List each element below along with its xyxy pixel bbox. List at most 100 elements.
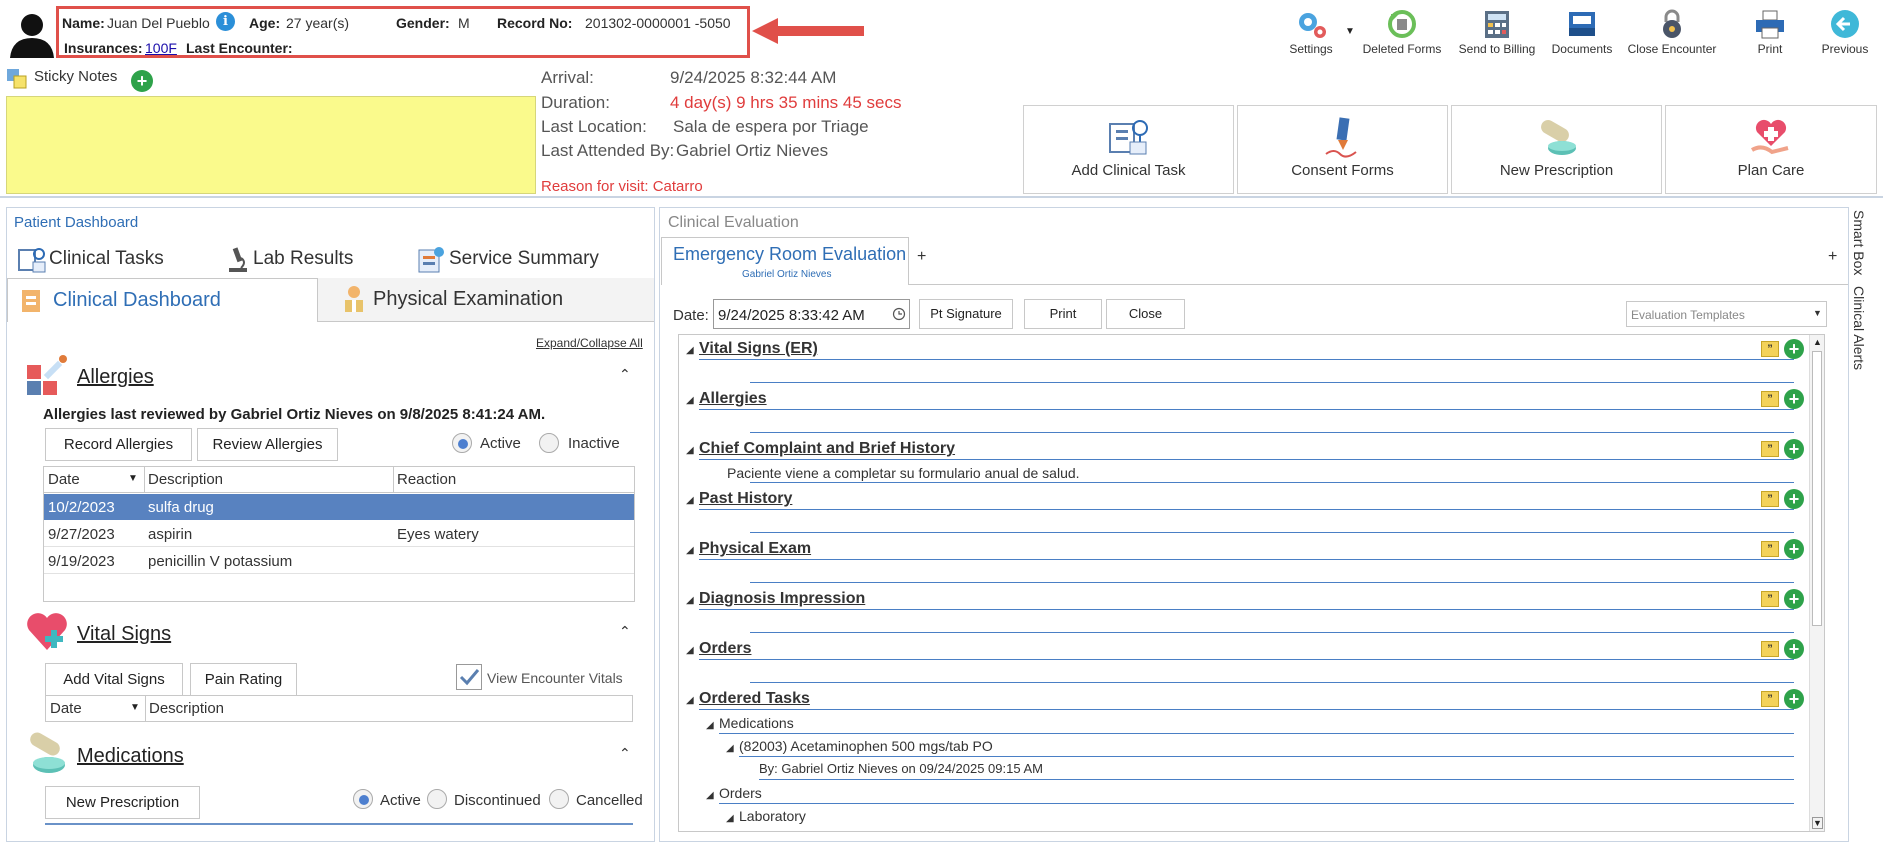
- section-collapse-icon[interactable]: ◢: [686, 545, 694, 556]
- calendar-clock-icon[interactable]: [892, 307, 906, 321]
- documents-button[interactable]: Documents: [1546, 8, 1618, 64]
- allergies-collapse-icon[interactable]: ⌃: [619, 366, 631, 383]
- section-collapse-icon[interactable]: ◢: [686, 395, 694, 406]
- insurance-link[interactable]: 100F: [145, 40, 177, 56]
- tree-medications[interactable]: Medications: [719, 715, 794, 731]
- tree-laboratory[interactable]: Laboratory: [739, 808, 806, 824]
- table-row[interactable]: 9/27/2023 aspirin Eyes watery: [44, 521, 634, 547]
- pain-rating-button[interactable]: Pain Rating: [190, 663, 297, 696]
- add-sticky-note-icon[interactable]: +: [131, 70, 153, 92]
- templates-chevron-down-icon[interactable]: ▼: [1813, 308, 1822, 318]
- add-evaluation-tab-icon[interactable]: +: [917, 248, 926, 266]
- add-section-icon[interactable]: +: [1784, 589, 1804, 609]
- tree-collapse-icon[interactable]: ◢: [726, 813, 734, 824]
- new-prescription-tile-button[interactable]: New Prescription: [1451, 105, 1662, 194]
- sticky-notes-title: Sticky Notes: [34, 68, 118, 85]
- tree-collapse-icon[interactable]: ◢: [706, 790, 714, 801]
- add-section-icon[interactable]: +: [1784, 539, 1804, 559]
- vital-signs-title: Vital Signs: [77, 623, 172, 645]
- pt-signature-button[interactable]: Pt Signature: [919, 299, 1013, 329]
- add-panel-icon[interactable]: +: [1828, 248, 1837, 266]
- add-section-icon[interactable]: +: [1784, 339, 1804, 359]
- vitals-col-date[interactable]: Date: [50, 700, 82, 717]
- add-section-icon[interactable]: +: [1784, 489, 1804, 509]
- print-button[interactable]: Print: [1740, 8, 1800, 64]
- quick-text-icon[interactable]: ”: [1761, 491, 1779, 507]
- quick-text-icon[interactable]: ”: [1761, 591, 1779, 607]
- smart-box-tab[interactable]: Smart Box: [1851, 210, 1867, 275]
- col-date[interactable]: Date: [48, 471, 80, 488]
- medications-collapse-icon[interactable]: ⌃: [619, 745, 631, 762]
- sticky-notes-area[interactable]: [6, 96, 536, 194]
- vital-signs-collapse-icon[interactable]: ⌃: [619, 623, 631, 640]
- quick-text-icon[interactable]: ”: [1761, 341, 1779, 357]
- quick-text-icon[interactable]: ”: [1761, 391, 1779, 407]
- add-vital-signs-button[interactable]: Add Vital Signs: [45, 663, 183, 696]
- table-row[interactable]: 10/2/2023 sulfa drug: [44, 494, 634, 520]
- add-clinical-task-button[interactable]: Add Clinical Task: [1023, 105, 1234, 194]
- quick-text-icon[interactable]: ”: [1761, 641, 1779, 657]
- consent-forms-button[interactable]: Consent Forms: [1237, 105, 1448, 194]
- chief-complaint-note: Paciente viene a completar su formulario…: [727, 465, 1080, 481]
- table-row[interactable]: 9/19/2023 penicillin V potassium: [44, 548, 634, 574]
- section-collapse-icon[interactable]: ◢: [686, 645, 694, 656]
- section-collapse-icon[interactable]: ◢: [686, 345, 694, 356]
- settings-button[interactable]: Settings: [1278, 8, 1344, 64]
- sort-chevron-down-icon[interactable]: ▼: [128, 473, 138, 484]
- settings-label: Settings: [1289, 42, 1333, 56]
- evaluation-print-button[interactable]: Print: [1024, 299, 1102, 329]
- add-section-icon[interactable]: +: [1784, 389, 1804, 409]
- add-section-icon[interactable]: +: [1784, 639, 1804, 659]
- section-collapse-icon[interactable]: ◢: [686, 695, 694, 706]
- scroll-down-icon[interactable]: ▼: [1812, 817, 1823, 829]
- tab-emergency-room-evaluation[interactable]: Emergency Room Evaluation Gabriel Ortiz …: [661, 237, 909, 285]
- col-description[interactable]: Description: [148, 471, 223, 488]
- vitals-sort-chevron-down-icon[interactable]: ▼: [130, 702, 140, 713]
- tab-physical-examination[interactable]: Physical Examination: [318, 278, 654, 322]
- quick-text-icon[interactable]: ”: [1761, 691, 1779, 707]
- previous-button[interactable]: Previous: [1814, 8, 1876, 64]
- expand-collapse-all-link[interactable]: Expand/Collapse All: [536, 336, 643, 350]
- medications-cancelled-radio[interactable]: [549, 789, 569, 809]
- allergies-active-radio[interactable]: [452, 433, 472, 453]
- tree-collapse-icon[interactable]: ◢: [706, 720, 714, 731]
- section-collapse-icon[interactable]: ◢: [686, 595, 694, 606]
- view-encounter-vitals-checkbox[interactable]: [456, 664, 482, 690]
- back-arrow-icon: [1831, 10, 1859, 38]
- tree-collapse-icon[interactable]: ◢: [726, 743, 734, 754]
- patient-dashboard-panel: Patient Dashboard Clinical Tasks Lab Res…: [6, 207, 655, 842]
- sticky-notes-icon: [7, 69, 27, 89]
- send-to-billing-button[interactable]: Send to Billing: [1452, 8, 1542, 64]
- vitals-col-description[interactable]: Description: [149, 700, 224, 717]
- record-allergies-button[interactable]: Record Allergies: [45, 428, 192, 461]
- close-encounter-button[interactable]: Close Encounter: [1624, 8, 1720, 64]
- quick-text-icon[interactable]: ”: [1761, 441, 1779, 457]
- clinical-alerts-tab[interactable]: Clinical Alerts: [1851, 286, 1867, 370]
- add-section-icon[interactable]: +: [1784, 439, 1804, 459]
- tree-medication-item[interactable]: (82003) Acetaminophen 500 mgs/tab PO: [739, 738, 993, 754]
- tab-clinical-dashboard[interactable]: Clinical Dashboard: [7, 278, 318, 322]
- settings-chevron-down-icon[interactable]: ▼: [1345, 26, 1355, 37]
- evaluation-close-button[interactable]: Close: [1106, 299, 1185, 329]
- medications-cancelled-label: Cancelled: [576, 792, 643, 809]
- tree-orders[interactable]: Orders: [719, 785, 762, 801]
- new-prescription-button[interactable]: New Prescription: [45, 786, 200, 819]
- plan-care-button[interactable]: Plan Care: [1665, 105, 1877, 194]
- allergies-inactive-radio[interactable]: [539, 433, 559, 453]
- quick-text-icon[interactable]: ”: [1761, 541, 1779, 557]
- evaluation-scrollbar[interactable]: ▲ ▼: [1809, 335, 1824, 831]
- add-section-icon[interactable]: +: [1784, 689, 1804, 709]
- section-collapse-icon[interactable]: ◢: [686, 495, 694, 506]
- scroll-thumb[interactable]: [1812, 351, 1822, 626]
- info-icon[interactable]: i: [216, 12, 235, 31]
- col-reaction[interactable]: Reaction: [397, 471, 456, 488]
- allergies-icon: [27, 355, 67, 395]
- section-collapse-icon[interactable]: ◢: [686, 445, 694, 456]
- medications-discontinued-radio[interactable]: [427, 789, 447, 809]
- scroll-up-icon[interactable]: ▲: [1813, 337, 1822, 347]
- deleted-forms-button[interactable]: Deleted Forms: [1358, 8, 1446, 64]
- evaluation-date-input[interactable]: 9/24/2025 8:33:42 AM: [713, 299, 910, 329]
- evaluation-templates-select[interactable]: Evaluation Templates ▼: [1626, 301, 1827, 327]
- review-allergies-button[interactable]: Review Allergies: [197, 428, 338, 461]
- medications-active-radio[interactable]: [353, 789, 373, 809]
